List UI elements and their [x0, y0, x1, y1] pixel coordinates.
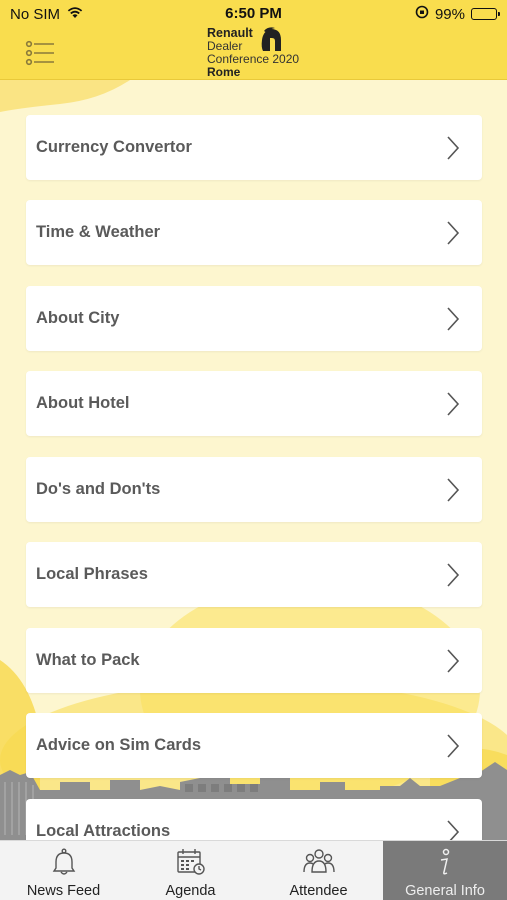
- list-item-label: Advice on Sim Cards: [36, 736, 202, 754]
- bottom-tab-bar: News Feed Agenda Attendee General Info: [0, 840, 507, 900]
- list-item-about-city[interactable]: About City: [26, 286, 482, 351]
- chevron-right-icon: [447, 649, 460, 673]
- app-header: Renault Dealer Conference 2020 Rome: [0, 26, 507, 80]
- list-item-label: Local Attractions: [36, 822, 171, 840]
- list-item-local-attractions[interactable]: Local Attractions: [26, 799, 482, 840]
- status-bar: No SIM 6:50 PM 99%: [0, 0, 507, 28]
- list-item-label: Time & Weather: [36, 223, 161, 241]
- list-item-about-hotel[interactable]: About Hotel: [26, 371, 482, 436]
- list-item-label: What to Pack: [36, 651, 140, 669]
- list-item-label: About City: [36, 309, 120, 327]
- list-item-what-to-pack[interactable]: What to Pack: [26, 628, 482, 693]
- tab-label: Attendee: [289, 883, 348, 899]
- chevron-right-icon: [447, 392, 460, 416]
- logo-line-1: Renault: [207, 26, 253, 40]
- orientation-lock-icon: [415, 5, 429, 23]
- tab-news-feed[interactable]: News Feed: [0, 841, 127, 900]
- logo-line-4: Rome: [207, 65, 241, 79]
- chevron-right-icon: [447, 563, 460, 587]
- tab-agenda[interactable]: Agenda: [127, 841, 254, 900]
- chevron-right-icon: [447, 820, 460, 840]
- list-item-time-weather[interactable]: Time & Weather: [26, 200, 482, 265]
- list-item-currency-convertor[interactable]: Currency Convertor: [26, 115, 482, 180]
- list-item-local-phrases[interactable]: Local Phrases: [26, 542, 482, 607]
- menu-button[interactable]: [24, 38, 56, 68]
- info-list: Currency Convertor Time & Weather About …: [0, 80, 507, 840]
- list-item-label: Do's and Don'ts: [36, 480, 161, 498]
- chevron-right-icon: [447, 136, 460, 160]
- list-item-label: Currency Convertor: [36, 138, 192, 156]
- chevron-right-icon: [447, 734, 460, 758]
- logo-line-2: Dealer: [207, 39, 243, 53]
- people-icon: [302, 849, 335, 873]
- conference-logo: Renault Dealer Conference 2020 Rome: [207, 26, 317, 79]
- spartan-helmet-icon: [261, 27, 281, 51]
- tab-label: News Feed: [26, 883, 101, 899]
- chevron-right-icon: [447, 221, 460, 245]
- battery-icon: [471, 8, 500, 20]
- logo-line-3: Conference 2020: [207, 52, 300, 66]
- list-item-advice-sim-cards[interactable]: Advice on Sim Cards: [26, 713, 482, 778]
- chevron-right-icon: [447, 307, 460, 331]
- info-icon: [440, 848, 450, 875]
- tab-attendee[interactable]: Attendee: [254, 841, 383, 900]
- tab-general-info[interactable]: General Info: [383, 841, 507, 900]
- chevron-right-icon: [447, 478, 460, 502]
- hamburger-list-icon: [25, 40, 54, 66]
- tab-label: Agenda: [165, 883, 216, 899]
- tab-label: General Info: [405, 883, 485, 899]
- calendar-icon: [176, 849, 205, 875]
- list-item-dos-and-donts[interactable]: Do's and Don'ts: [26, 457, 482, 522]
- list-item-label: About Hotel: [36, 394, 130, 412]
- battery-percent: 99%: [434, 5, 465, 23]
- list-item-label: Local Phrases: [36, 565, 148, 583]
- bell-icon: [52, 848, 75, 875]
